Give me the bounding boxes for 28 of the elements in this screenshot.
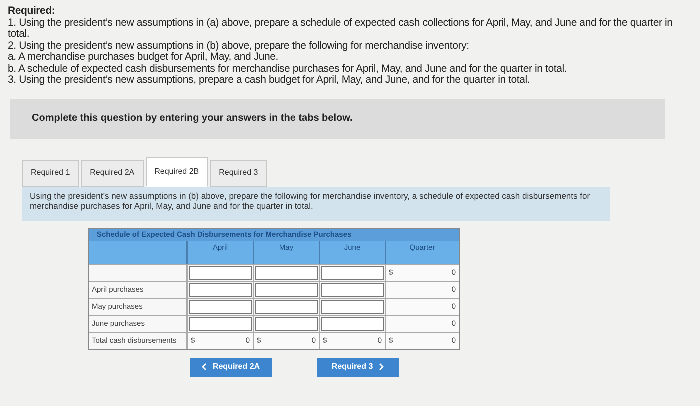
tab[interactable]: Required 2A bbox=[81, 160, 144, 186]
input-field[interactable] bbox=[321, 282, 384, 296]
next-button[interactable]: Required 3 bbox=[317, 358, 399, 376]
input-field[interactable] bbox=[255, 316, 318, 330]
tab[interactable]: Required 3 bbox=[210, 160, 268, 186]
previous-button[interactable]: Required 2A bbox=[190, 358, 272, 376]
tab[interactable]: Required 1 bbox=[22, 160, 80, 186]
input-field[interactable] bbox=[255, 266, 318, 280]
input-field[interactable] bbox=[321, 266, 384, 280]
input-field[interactable] bbox=[189, 316, 252, 330]
input-field[interactable] bbox=[189, 266, 252, 280]
input-field[interactable] bbox=[255, 282, 318, 296]
instruction-text: 2. Using the president’s new assumptions in (b) above, prepare the following for merchandise inventory: bbox=[8, 40, 470, 52]
instruction-text: a. A merchandise purchases budget for April, May, and June. bbox=[8, 52, 279, 64]
banner-text: Complete this question by entering your answers in the tabs below. bbox=[32, 112, 353, 126]
tab[interactable]: Required 2B bbox=[146, 156, 208, 186]
chevron-left-icon bbox=[202, 363, 207, 371]
input-field[interactable] bbox=[321, 300, 384, 314]
input-field[interactable] bbox=[189, 282, 252, 296]
required-heading: Required: bbox=[8, 6, 56, 18]
chevron-right-icon bbox=[379, 363, 384, 371]
instruction-text: 3. Using the president’s new assumptions, prepare a cash budget for April, May, and June, and for the quarter in total. bbox=[8, 75, 530, 86]
input-field[interactable] bbox=[255, 300, 318, 314]
instruction-text: 1. Using the president’s new assumptions in (a) above, prepare a schedule of expected cash collections for April, May, and June and for the quarter in total. bbox=[8, 18, 674, 40]
instruction-text: b. A schedule of expected cash disbursements for merchandise purchases for April, May, and June and for the quarter in total. bbox=[8, 64, 568, 74]
prompt-text: Using the president’s new assumptions in (b) above, prepare the following for merchandise inventory, a schedule of expected cash disbursements for merchandise purchases for April, May, and June and for the quarter in total. bbox=[30, 190, 592, 210]
input-field[interactable] bbox=[321, 316, 384, 330]
input-field[interactable] bbox=[189, 300, 252, 314]
